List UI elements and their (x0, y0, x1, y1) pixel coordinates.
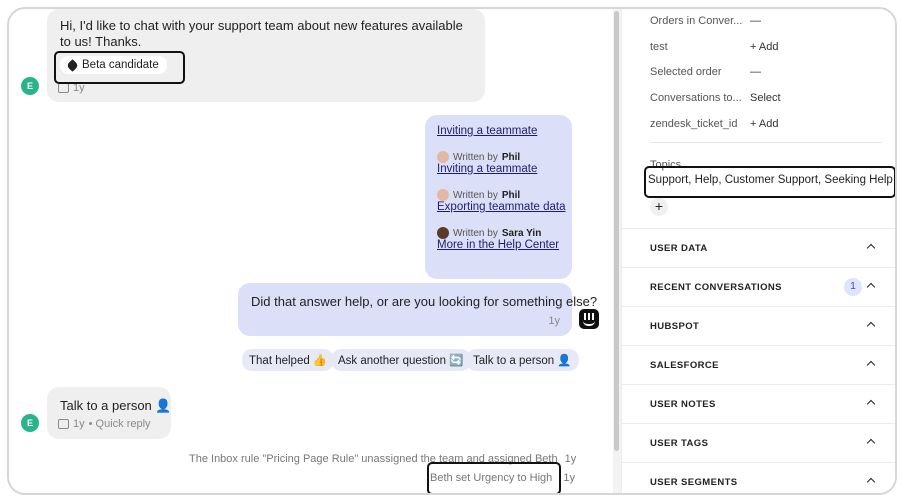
message-time: 1y (73, 418, 85, 430)
section-title: HUBSPOT (650, 321, 700, 332)
article-link[interactable]: More in the Help Center (437, 239, 559, 251)
section-user-notes[interactable]: USER NOTES (622, 384, 895, 424)
section-user-segments[interactable]: USER SEGMENTS (622, 462, 895, 493)
author-avatar (437, 227, 449, 239)
section-title: USER DATA (650, 243, 708, 254)
user-reply-text: Talk to a person 👤 (60, 398, 172, 413)
chevron-up-icon (866, 477, 876, 487)
add-topic-button[interactable]: + (650, 198, 668, 216)
attribute-label: Selected order (650, 66, 722, 78)
written-by-label: Written by (453, 227, 498, 239)
avatar[interactable]: E (21, 77, 39, 95)
author-name: Phil (501, 151, 521, 163)
article-link[interactable]: Exporting teammate data (437, 201, 566, 213)
system-event-time: 1y (564, 453, 577, 465)
system-event: The Inbox rule "Pricing Page Rule" unass… (189, 453, 576, 465)
divider (650, 142, 882, 143)
avatar[interactable]: E (21, 414, 39, 432)
section-title: USER NOTES (650, 399, 716, 410)
chevron-up-icon (866, 243, 876, 253)
chat-icon (58, 419, 69, 429)
chevron-up-icon (866, 399, 876, 409)
bot-question-text: Did that answer help, or are you looking… (251, 294, 598, 309)
topics-value[interactable]: Support, Help, Customer Support, Seeking… (648, 174, 893, 186)
system-event-text: Beth set Urgency to High (430, 472, 553, 484)
written-by-label: Written by (453, 151, 498, 163)
user-message-text: Hi, I'd like to chat with your support t… (60, 18, 463, 49)
section-title: RECENT CONVERSATIONS (650, 282, 782, 293)
system-event-time: 1y (563, 472, 575, 484)
details-sidebar: Orders in Conver... — test + Add Selecte… (621, 9, 895, 493)
author-name: Phil (501, 189, 521, 201)
article-byline: Written by Phil (437, 151, 520, 163)
tag-pill[interactable]: Beta candidate (60, 56, 167, 74)
article-byline: Written by Sara Yin (437, 227, 541, 239)
written-by-label: Written by (453, 189, 498, 201)
author-avatar (437, 151, 449, 163)
user-reply-bubble: Talk to a person 👤 1y • Quick reply (47, 387, 172, 439)
chat-icon (58, 83, 69, 93)
chevron-up-icon (866, 360, 876, 370)
system-event: Beth set Urgency to High 1y (430, 472, 575, 484)
quick-reply-button[interactable]: Talk to a person 👤 (466, 349, 579, 371)
bot-question-bubble: Did that answer help, or are you looking… (238, 283, 597, 336)
message-time: 1y (548, 315, 560, 327)
section-user-data[interactable]: USER DATA (622, 228, 895, 268)
section-recent-conversations[interactable]: RECENT CONVERSATIONS 1 (622, 267, 895, 307)
chevron-up-icon (866, 438, 876, 448)
attribute-select[interactable]: Select (750, 92, 781, 104)
section-hubspot[interactable]: HUBSPOT (622, 306, 895, 346)
attribute-label: zendesk_ticket_id (650, 118, 738, 130)
quick-reply-note: • Quick reply (88, 418, 151, 430)
section-title: USER TAGS (650, 438, 709, 449)
article-link[interactable]: Inviting a teammate (437, 163, 537, 175)
section-title: USER SEGMENTS (650, 477, 738, 488)
tag-icon (66, 58, 79, 72)
article-link[interactable]: Inviting a teammate (437, 125, 537, 137)
chevron-up-icon (866, 282, 876, 292)
attribute-add-button[interactable]: + Add (750, 118, 778, 130)
topics-label: Topics (650, 159, 682, 171)
section-salesforce[interactable]: SALESFORCE (622, 345, 895, 385)
attribute-label: Conversations to... (650, 92, 742, 104)
count-badge: 1 (844, 278, 862, 296)
attribute-value[interactable]: — (750, 66, 761, 78)
bot-icon (579, 309, 599, 329)
attribute-label: test (650, 41, 668, 53)
message-time: 1y (73, 82, 85, 94)
user-message-bubble: Hi, I'd like to chat with your support t… (47, 9, 485, 102)
attribute-add-button[interactable]: + Add (750, 41, 778, 53)
quick-reply-button[interactable]: That helped 👍 (242, 349, 335, 371)
quick-reply-button[interactable]: Ask another question 🔄 (331, 349, 471, 371)
article-byline: Written by Phil (437, 189, 520, 201)
section-title: SALESFORCE (650, 360, 719, 371)
conversation-scrollbar[interactable] (613, 9, 621, 493)
message-meta: 1y (58, 82, 85, 94)
app-frame: Hi, I'd like to chat with your support t… (7, 7, 897, 495)
tag-label: Beta candidate (82, 59, 159, 71)
chevron-up-icon (866, 321, 876, 331)
scrollbar-thumb[interactable] (614, 11, 619, 451)
author-avatar (437, 189, 449, 201)
bot-articles-bubble: Inviting a teammate Written by Phil Invi… (425, 115, 572, 279)
attribute-label: Orders in Conver... (650, 15, 743, 27)
conversation-pane: Hi, I'd like to chat with your support t… (9, 9, 614, 493)
author-name: Sara Yin (501, 227, 542, 239)
attribute-value[interactable]: — (750, 15, 761, 27)
system-event-text: The Inbox rule "Pricing Page Rule" unass… (189, 453, 558, 465)
message-meta: 1y • Quick reply (58, 418, 151, 430)
section-user-tags[interactable]: USER TAGS (622, 423, 895, 463)
